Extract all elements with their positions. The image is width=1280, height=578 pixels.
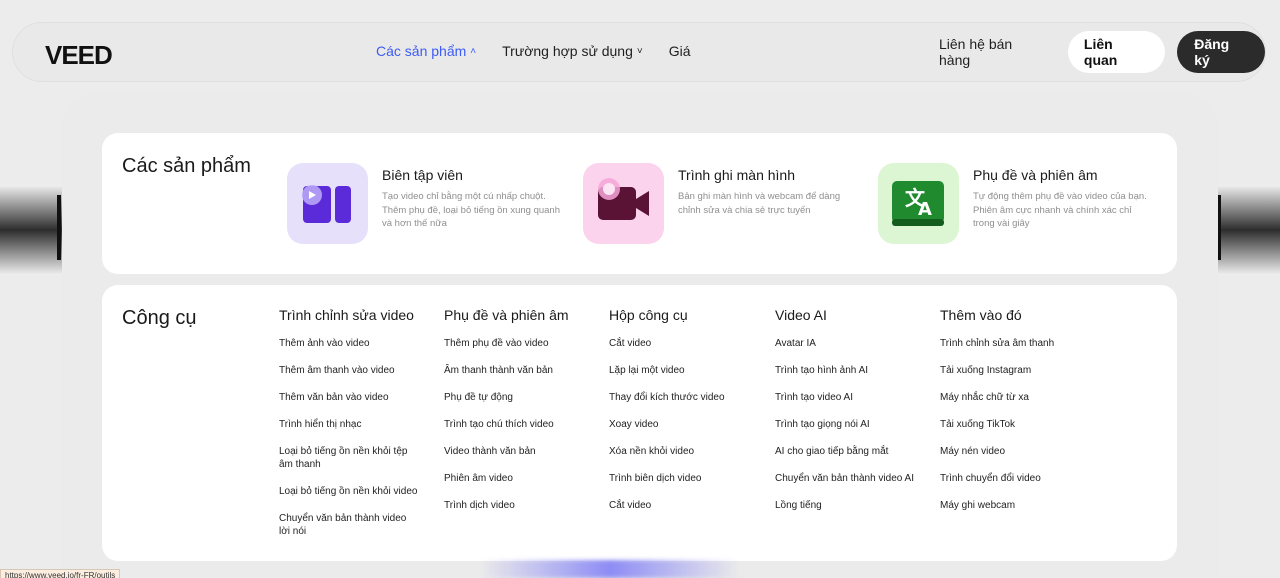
- tool-link[interactable]: Trình hiển thị nhạc: [279, 418, 429, 431]
- tool-link[interactable]: Chuyển văn bản thành video AI: [775, 472, 915, 485]
- nav-products[interactable]: Các sản phẩm ˄: [376, 43, 476, 59]
- site-header: VEED Các sản phẩm ˄ Trường hợp sử dụng ˅…: [12, 22, 1266, 82]
- column-title: Video AI: [775, 307, 827, 323]
- tool-link[interactable]: Tải xuống TikTok: [940, 418, 1090, 431]
- product-description: Bản ghi màn hình và webcam để dàng chỉnh…: [678, 191, 841, 216]
- background-gradient-glow: [480, 560, 740, 578]
- main-nav: Các sản phẩm ˄ Trường hợp sử dụng ˅ Giá: [376, 43, 691, 59]
- tools-column-subtitles: Phụ đề và phiên âm Thêm phụ đề vào video…: [444, 307, 594, 526]
- veed-logo[interactable]: VEED: [45, 40, 113, 71]
- svg-text:A: A: [918, 199, 932, 220]
- tool-link[interactable]: Trình tạo giọng nói AI: [775, 418, 925, 431]
- tool-link[interactable]: AI cho giao tiếp bằng mắt: [775, 445, 925, 458]
- tool-link[interactable]: Trình tạo video AI: [775, 391, 925, 404]
- product-name: Trình ghi màn hình: [678, 167, 795, 183]
- tool-link[interactable]: Máy ghi webcam: [940, 499, 1090, 512]
- background-edge-left: [57, 195, 61, 260]
- tools-column-video-ai: Video AI Avatar IA Trình tạo hình ảnh AI…: [775, 307, 925, 526]
- product-video-editor[interactable]: Biên tập viên Tạo video chỉ bằng một cú …: [287, 163, 562, 244]
- tool-link[interactable]: Thêm ảnh vào video: [279, 337, 429, 350]
- tool-link[interactable]: Trình tạo chú thích video: [444, 418, 594, 431]
- tool-link[interactable]: Phụ đề tự động: [444, 391, 594, 404]
- column-title: Trình chỉnh sửa video: [279, 307, 414, 323]
- tool-link[interactable]: Loại bỏ tiếng ồn nền khỏi tệp âm thanh: [279, 445, 419, 471]
- tools-title: Công cụ: [122, 307, 197, 329]
- product-name: Phụ đề và phiên âm: [973, 167, 1098, 183]
- tools-card: Công cụ Trình chỉnh sửa video Thêm ảnh v…: [102, 285, 1177, 561]
- product-subtitles[interactable]: 文 A Phụ đề và phiên âm Tự động thêm phụ …: [878, 163, 1153, 244]
- nav-pricing[interactable]: Giá: [669, 43, 691, 59]
- tool-link[interactable]: Video thành văn bản: [444, 445, 594, 458]
- nav-use-cases[interactable]: Trường hợp sử dụng ˅: [502, 43, 643, 59]
- tool-link[interactable]: Xoay video: [609, 418, 759, 431]
- tool-link[interactable]: Âm thanh thành văn bản: [444, 364, 594, 377]
- product-screen-recorder[interactable]: Trình ghi màn hình Bản ghi màn hình và w…: [583, 163, 858, 244]
- nav-products-label: Các sản phẩm: [376, 43, 467, 59]
- tool-link[interactable]: Tải xuống Instagram: [940, 364, 1090, 377]
- products-card: Các sản phẩm Biên tập viên Tạo video chỉ…: [102, 133, 1177, 274]
- login-button[interactable]: Liên quan: [1067, 31, 1166, 73]
- column-title: Phụ đề và phiên âm: [444, 307, 569, 323]
- tools-column-more: Thêm vào đó Trình chỉnh sửa âm thanh Tải…: [940, 307, 1090, 526]
- tool-link[interactable]: Phiên âm video: [444, 472, 594, 485]
- tool-link[interactable]: Trình biên dịch video: [609, 472, 759, 485]
- nav-use-cases-label: Trường hợp sử dụng: [502, 43, 633, 59]
- tools-column-video-editor: Trình chỉnh sửa video Thêm ảnh vào video…: [279, 307, 429, 552]
- tool-link[interactable]: Avatar IA: [775, 337, 925, 350]
- product-description: Tự động thêm phụ đề vào video của bạn. P…: [973, 191, 1147, 229]
- translate-icon: 文 A: [878, 163, 959, 244]
- status-bar-url: https://www.veed.io/fr-FR/outils: [0, 569, 121, 578]
- column-title: Hộp công cụ: [609, 307, 688, 323]
- chevron-up-icon: ˄: [470, 45, 477, 57]
- tool-link[interactable]: Thêm phụ đề vào video: [444, 337, 594, 350]
- chevron-down-icon: ˅: [636, 45, 643, 57]
- contact-sales-link[interactable]: Liên hệ bán hàng: [939, 36, 1046, 68]
- video-editor-icon: [287, 163, 368, 244]
- product-name: Biên tập viên: [382, 167, 463, 183]
- tool-link[interactable]: Cắt video: [609, 337, 759, 350]
- tool-link[interactable]: Trình tạo hình ảnh AI: [775, 364, 925, 377]
- product-description: Tạo video chỉ bằng một cú nhấp chuột. Th…: [382, 191, 560, 229]
- tool-link[interactable]: Máy nén video: [940, 445, 1090, 458]
- signup-button[interactable]: Đăng ký: [1177, 31, 1265, 73]
- tool-link[interactable]: Xóa nền khỏi video: [609, 445, 759, 458]
- tool-link[interactable]: Lồng tiếng: [775, 499, 925, 512]
- tool-link[interactable]: Máy nhắc chữ từ xa: [940, 391, 1090, 404]
- tool-link[interactable]: Loại bỏ tiếng ồn nền khỏi video: [279, 485, 429, 498]
- tool-link[interactable]: Thêm âm thanh vào video: [279, 364, 429, 377]
- nav-pricing-label: Giá: [668, 43, 691, 59]
- tool-link[interactable]: Trình dịch video: [444, 499, 594, 512]
- header-actions: Liên hệ bán hàng Liên quan Đăng ký: [939, 31, 1265, 73]
- tool-link[interactable]: Trình chỉnh sửa âm thanh: [940, 337, 1090, 350]
- tool-link[interactable]: Chuyển văn bản thành video lời nói: [279, 512, 419, 538]
- tool-link[interactable]: Thay đổi kích thước video: [609, 391, 759, 404]
- column-title: Thêm vào đó: [940, 307, 1022, 323]
- tool-link[interactable]: Thêm văn bản vào video: [279, 391, 429, 404]
- tool-link[interactable]: Trình chuyển đổi video: [940, 472, 1090, 485]
- tools-column-toolbox: Hộp công cụ Cắt video Lặp lại một video …: [609, 307, 759, 526]
- screen-recorder-icon: [583, 163, 664, 244]
- tool-link[interactable]: Lặp lại một video: [609, 364, 759, 377]
- tool-link[interactable]: Cắt video: [609, 499, 759, 512]
- products-title: Các sản phẩm: [122, 155, 251, 177]
